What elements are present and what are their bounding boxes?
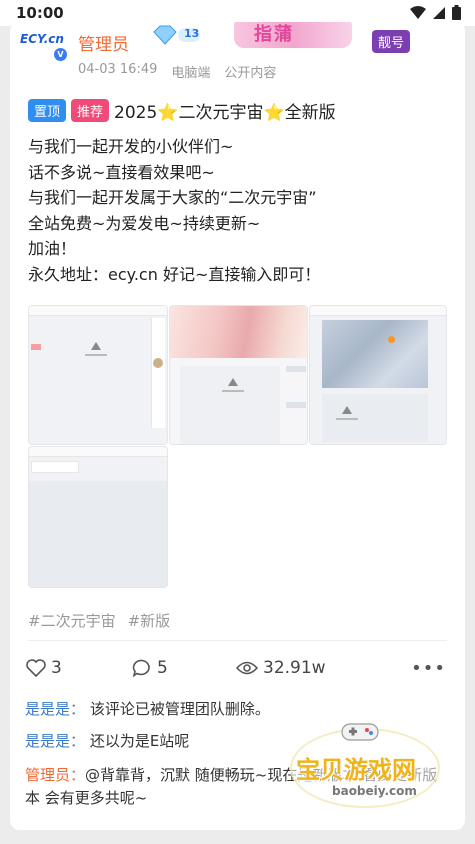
view-count-display: 32.91w	[236, 658, 326, 678]
body-line: 与我们一起开发属于大家的“二次元宇宙”	[28, 188, 317, 207]
comment-text: 该评论已被管理团队删除。	[89, 700, 270, 718]
body-line: 与我们一起开发的小伙伴们~	[28, 137, 234, 156]
comment-separator: ：	[70, 700, 86, 718]
eye-icon	[236, 661, 258, 675]
image-placeholder-icon	[342, 406, 352, 414]
comment-text: @背靠背，沉默 随便畅玩~现在是新版本 看此处新版本 会有更多共呢~	[25, 766, 438, 807]
hashtag[interactable]: #新版	[128, 610, 171, 631]
divider	[28, 640, 447, 641]
comment-item[interactable]: 是是是： 还以为是E站呢	[25, 730, 445, 753]
post-meta: 04-03 16:49 电脑端 公开内容	[78, 62, 276, 81]
decoration-text: 指蒲	[254, 24, 294, 45]
pinned-chip: 置顶	[28, 99, 67, 122]
heart-icon	[26, 659, 46, 677]
comment-separator: ：	[70, 766, 86, 784]
author-avatar[interactable]: ECY.cn V	[18, 30, 74, 72]
comment-author[interactable]: 是是是	[25, 700, 70, 718]
recommended-chip: 推荐	[71, 99, 110, 122]
body-line: 加油！	[28, 239, 77, 258]
level-number: 13	[184, 27, 200, 40]
battery-icon	[452, 5, 461, 20]
comment-bubble-icon	[132, 659, 150, 677]
post-card: ECY.cn V 管理员 13 指蒲 靓号 04-03 16:49 电脑端 公开…	[10, 22, 465, 830]
view-count: 32.91w	[263, 658, 326, 678]
post-device: 电脑端	[171, 66, 211, 81]
comment-author[interactable]: 是是是	[25, 732, 70, 750]
post-date: 04-03 16:49	[78, 62, 158, 77]
body-line: 全站免费~为爱发电~持续更新~	[28, 213, 261, 233]
comment-text: 还以为是E站呢	[89, 732, 190, 750]
post-title-row: 置顶 推荐 2025⭐二次元宇宙⭐全新版	[28, 98, 336, 123]
image-placeholder-icon	[228, 378, 238, 386]
post-visibility: 公开内容	[224, 66, 277, 81]
post-body: 与我们一起开发的小伙伴们~ 话不多说~直接看效果吧~ 与我们一起开发属于大家的“…	[28, 134, 320, 287]
comment-author[interactable]: 管理员	[25, 766, 70, 784]
like-count: 3	[51, 658, 62, 678]
more-options-icon[interactable]: •••	[411, 658, 446, 679]
author-name[interactable]: 管理员	[78, 30, 129, 55]
hashtag-list: #二次元宇宙 #新版	[28, 610, 170, 631]
hashtag[interactable]: #二次元宇宙	[28, 610, 116, 631]
image-placeholder-icon	[91, 342, 101, 350]
avatar-logo-text: ECY.cn	[20, 32, 64, 46]
comment-button[interactable]: 5	[132, 658, 168, 678]
post-actions: 3 5 32.91w •••	[26, 658, 446, 682]
system-icons	[410, 5, 461, 20]
verified-icon: V	[54, 48, 67, 61]
premium-id-tag: 靓号	[372, 30, 411, 53]
body-line: 永久地址：ecy.cn 好记~直接输入即可！	[28, 264, 321, 284]
post-image-3[interactable]	[309, 305, 447, 445]
status-time: 10:00	[16, 4, 64, 22]
comment-item[interactable]: 管理员：@背靠背，沉默 随便畅玩~现在是新版本 看此处新版本 会有更多共呢~	[25, 764, 445, 810]
post-image-4[interactable]	[28, 446, 168, 588]
wifi-icon	[410, 5, 426, 19]
like-button[interactable]: 3	[26, 658, 62, 678]
post-image-1[interactable]	[28, 305, 168, 445]
signal-icon	[433, 6, 445, 19]
comment-item[interactable]: 是是是： 该评论已被管理团队删除。	[25, 698, 445, 721]
body-line: 话不多说~直接看效果吧~	[28, 162, 215, 182]
comment-count: 5	[157, 658, 168, 678]
post-title: 2025⭐二次元宇宙⭐全新版	[114, 103, 336, 123]
post-image-2[interactable]	[169, 305, 308, 445]
comment-separator: ：	[70, 732, 86, 750]
